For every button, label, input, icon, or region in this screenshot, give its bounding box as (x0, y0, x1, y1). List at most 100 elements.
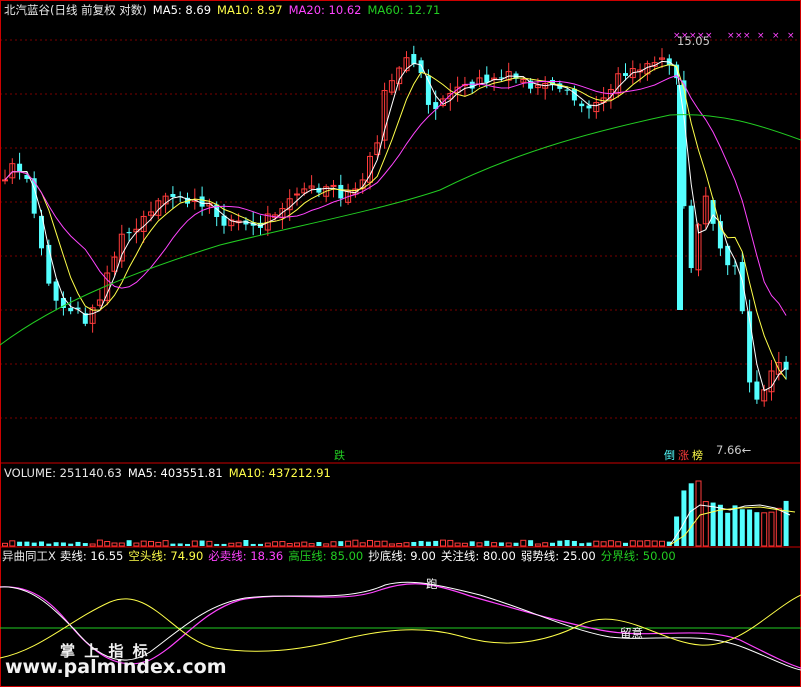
annotation-run: 跑 (426, 577, 438, 591)
volume-bar (323, 543, 330, 547)
volume-bar (264, 542, 271, 547)
volume-bar (199, 540, 205, 546)
volume-bar (89, 543, 96, 547)
candle-down (126, 232, 132, 234)
volume-bar (286, 543, 293, 547)
candle-down (170, 194, 176, 197)
annotation-caution: 留意 (620, 626, 643, 640)
volume-bar (717, 504, 723, 546)
volume-bar (345, 540, 352, 547)
volume-bar (214, 543, 220, 546)
volume-bar (39, 541, 44, 546)
volume-bar (433, 540, 439, 546)
volume-bar (250, 543, 256, 546)
volume-bar (775, 507, 782, 547)
volume-bar (177, 543, 183, 546)
candle-up (294, 193, 300, 196)
volume-bar (710, 502, 716, 546)
signal-x-marker: × (787, 31, 795, 41)
volume-bar (155, 541, 162, 547)
candle-down (338, 184, 344, 199)
volume-bar (761, 512, 768, 547)
volume-bar (316, 542, 322, 546)
volume-bar (2, 542, 8, 547)
ma10-label: MA10: 8.97 (217, 3, 283, 17)
volume-bar (359, 542, 366, 547)
volume-bar (695, 480, 702, 547)
volume-bar (294, 542, 300, 547)
volume-bar (381, 540, 388, 547)
signal-marker-fall: 跌 (334, 449, 345, 462)
volume-bar (140, 540, 147, 547)
volume-bar (330, 541, 337, 547)
candle-down (53, 281, 59, 301)
volume-bar (60, 542, 66, 546)
volume-bar (681, 490, 687, 546)
volume-bar (447, 539, 454, 547)
stock-title: 北汽蓝谷(日线 前复权 对数) (4, 3, 147, 17)
ma60-label: MA60: 12.71 (367, 3, 441, 17)
ma5-label: MA5: 8.69 (152, 3, 212, 17)
candle-up (2, 179, 8, 182)
volume-bar (659, 540, 665, 547)
signal-x-marker: × (743, 31, 751, 41)
candle-down (46, 244, 52, 284)
volume-bar (564, 540, 570, 546)
volume-bar (491, 542, 498, 547)
candle-down (199, 196, 205, 207)
volume-bar (82, 543, 88, 546)
watermark-url: www.palmindex.com (5, 656, 227, 678)
candle-down (623, 73, 628, 76)
volume-bar (96, 539, 103, 547)
volume-bar (484, 540, 490, 546)
indicator-boundary-line: 分界线: 50.00 (600, 549, 676, 563)
volume-panel-header: VOLUME: 251140.63 MA5: 403551.81 MA10: 437… (4, 466, 337, 480)
volume-bar (24, 541, 30, 546)
volume-bar (338, 541, 344, 546)
high-price-marker: 15.05 (677, 34, 710, 48)
volume-bar (367, 539, 373, 547)
volume-bar (46, 543, 52, 546)
price-panel-header: 北汽蓝谷(日线 前复权 对数) MA5: 8.69 MA10: 8.97 MA20: … (4, 3, 446, 17)
indicator-bottom-line: 抄底线: 9.00 (368, 549, 436, 563)
volume-bar (75, 541, 81, 546)
volume-bar (111, 542, 118, 547)
volume-bar (221, 543, 227, 546)
volume-bar (126, 540, 132, 546)
candle-down (418, 60, 424, 73)
indicator-watch-line: 关注线: 80.00 (440, 549, 516, 563)
volume-bar (623, 542, 628, 546)
volume-bar (308, 543, 315, 547)
volume-bar (133, 542, 140, 547)
volume-bar (461, 542, 468, 547)
volume-bar (637, 540, 644, 547)
volume-bar (513, 542, 519, 546)
volume-bar (148, 540, 154, 547)
volume-bar (206, 540, 213, 547)
volume-bar (754, 512, 760, 546)
volume-bar (118, 542, 125, 547)
volume-bar (498, 542, 504, 546)
volume-bar (31, 542, 37, 546)
indicator-bear-line: 空头线: 74.90 (128, 549, 204, 563)
volume-bar (352, 539, 359, 547)
volume-bar (418, 540, 424, 546)
volume-bar (235, 542, 242, 547)
volume-bar (104, 541, 111, 547)
volume-bar (440, 539, 446, 547)
volume-bar (783, 500, 789, 546)
low-price-marker: 7.66← (716, 443, 752, 457)
volume-bar (162, 540, 169, 547)
volume-bar (185, 543, 190, 546)
signal-x-marker: × (727, 31, 735, 41)
signal-marker-dao: 倒 (664, 449, 675, 462)
candle-down (68, 307, 74, 312)
volume-bar (411, 541, 417, 546)
volume-bar (53, 542, 59, 546)
signal-x-marker: × (757, 31, 765, 41)
volume-bar (615, 541, 622, 547)
volume-bar (425, 541, 431, 546)
volume-bar (593, 540, 600, 547)
candle-down (17, 163, 23, 172)
volume-bar (505, 542, 512, 547)
